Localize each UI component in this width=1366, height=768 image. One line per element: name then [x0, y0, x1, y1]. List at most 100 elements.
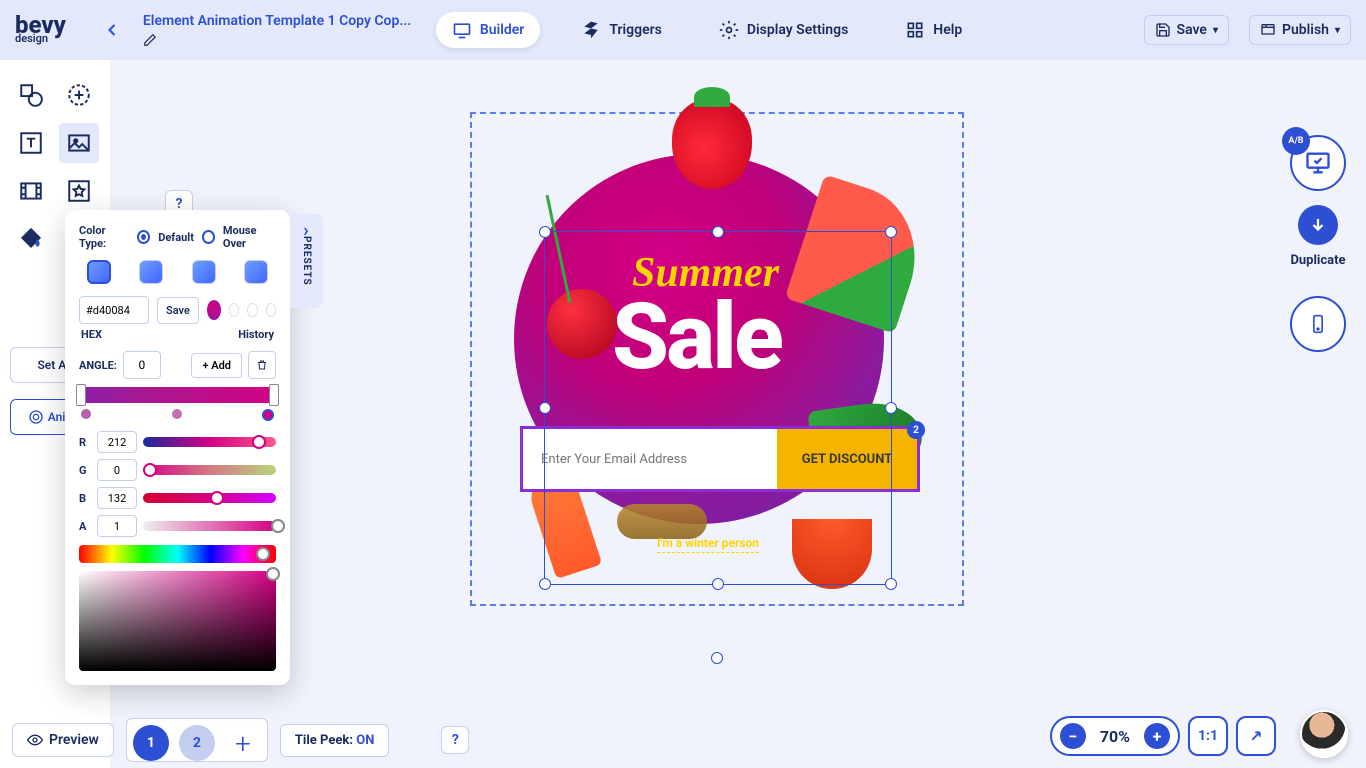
chevron-down-icon: ▾ [1213, 25, 1218, 36]
add-stop-button[interactable]: + Add [191, 353, 242, 378]
radio-default[interactable] [137, 230, 150, 244]
resize-handle-sw[interactable] [539, 578, 551, 590]
page-1[interactable]: 1 [133, 725, 169, 761]
resize-handle-ne[interactable] [885, 226, 897, 238]
top-actions: Save▾ Publish▾ [1144, 15, 1351, 45]
resize-handle-w[interactable] [539, 402, 551, 414]
a-input[interactable] [97, 515, 137, 537]
user-avatar[interactable] [1300, 710, 1348, 758]
delete-stop-button[interactable] [248, 351, 276, 379]
presets-tab[interactable]: PRESETS [290, 214, 323, 308]
g-input[interactable] [97, 459, 137, 481]
tool-image[interactable] [59, 123, 99, 163]
selection-box[interactable] [544, 231, 892, 585]
resize-handle-e[interactable] [885, 402, 897, 414]
history-swatch-3[interactable] [247, 303, 257, 317]
b-input[interactable] [97, 487, 137, 509]
tint-2[interactable] [139, 260, 163, 284]
color-panel: PRESETS Color Type: Default Mouse Over S… [65, 210, 290, 685]
gradient-stop-2[interactable] [269, 384, 279, 406]
zoom-value: 70% [1096, 727, 1134, 746]
tool-shapes[interactable] [11, 75, 51, 115]
tool-fill[interactable] [11, 219, 51, 259]
tool-star[interactable] [59, 171, 99, 211]
nav-tabs: Builder Triggers Display Settings Help [436, 12, 978, 48]
color-type-label: Color Type: [79, 224, 129, 250]
history-label: History [238, 328, 274, 341]
save-color-button[interactable]: Save [157, 297, 199, 324]
document-title: Element Animation Template 1 Copy Cop... [143, 13, 413, 29]
add-page-button[interactable]: + [225, 725, 261, 761]
top-bar: bevydesign Element Animation Template 1 … [0, 0, 1366, 60]
save-button[interactable]: Save▾ [1144, 15, 1229, 45]
animate-icon [28, 409, 44, 425]
hue-slider[interactable] [79, 545, 276, 563]
a-slider[interactable] [143, 521, 276, 531]
tint-1[interactable] [87, 260, 111, 284]
document-title-area[interactable]: Element Animation Template 1 Copy Cop... [143, 13, 413, 47]
logo: bevydesign [15, 16, 66, 44]
resize-handle-nw[interactable] [539, 226, 551, 238]
triggers-icon [581, 20, 601, 40]
resize-handle-n[interactable] [712, 226, 724, 238]
tint-3[interactable] [192, 260, 216, 284]
zoom-out-button[interactable]: − [1060, 723, 1086, 749]
stop-dot-1[interactable] [81, 409, 91, 419]
right-float-controls: A/B Duplicate [1290, 135, 1346, 352]
publish-button[interactable]: Publish▾ [1249, 15, 1351, 45]
zoom-in-button[interactable]: + [1144, 723, 1170, 749]
stop-dot-3[interactable] [262, 409, 274, 421]
radio-mouseover[interactable] [202, 230, 215, 244]
canvas[interactable]: ? Summer Sale GET DISCOUNT 2 I'm a winte… [110, 60, 1366, 768]
ab-badge: A/B [1282, 127, 1310, 155]
history-swatch-4[interactable] [266, 303, 276, 317]
tool-add-shape[interactable] [59, 75, 99, 115]
zoom-controls: − 70% + 1:1 [1050, 716, 1276, 756]
preview-button[interactable]: Preview [12, 723, 114, 757]
history-swatch-2[interactable] [229, 303, 239, 317]
eye-icon [27, 732, 43, 748]
r-slider[interactable] [143, 437, 276, 447]
history-swatch-1[interactable] [207, 300, 221, 320]
edit-icon[interactable] [143, 33, 157, 47]
save-icon [1155, 22, 1171, 38]
g-slider[interactable] [143, 465, 276, 475]
gradient-bar[interactable] [79, 387, 276, 403]
tint-4[interactable] [244, 260, 268, 284]
tool-video[interactable] [11, 171, 51, 211]
strawberry-graphic [672, 99, 752, 189]
r-input[interactable] [97, 431, 137, 453]
angle-input[interactable] [123, 351, 161, 379]
tint-swatches [79, 260, 276, 284]
zoom-fit-button[interactable]: 1:1 [1188, 716, 1228, 756]
page-2[interactable]: 2 [179, 725, 215, 761]
saturation-box[interactable] [79, 571, 276, 671]
mobile-view-button[interactable] [1290, 296, 1346, 352]
resize-handle-se[interactable] [885, 578, 897, 590]
tool-text[interactable] [11, 123, 51, 163]
duplicate-label: Duplicate [1290, 253, 1345, 268]
tile-peek-toggle[interactable]: Tile Peek: ON [280, 724, 390, 757]
fullscreen-button[interactable] [1236, 716, 1276, 756]
design-frame[interactable]: Summer Sale GET DISCOUNT 2 I'm a winter … [470, 112, 964, 606]
tab-help[interactable]: Help [889, 12, 978, 48]
tab-triggers[interactable]: Triggers [565, 12, 678, 48]
back-button[interactable] [94, 12, 130, 48]
hex-label: HEX [81, 328, 102, 341]
rotate-handle[interactable] [711, 652, 723, 664]
stop-dot-2[interactable] [172, 409, 182, 419]
gradient-stop-1[interactable] [76, 384, 86, 406]
settings-icon [719, 20, 739, 40]
tab-builder[interactable]: Builder [436, 12, 540, 48]
builder-icon [452, 20, 472, 40]
help-hint-bottom[interactable]: ? [441, 726, 469, 754]
publish-icon [1260, 22, 1276, 38]
b-slider[interactable] [143, 493, 276, 503]
duplicate-button[interactable] [1298, 205, 1338, 245]
hex-input[interactable] [79, 296, 149, 324]
mobile-icon [1308, 311, 1328, 337]
resize-handle-s[interactable] [712, 578, 724, 590]
tab-display-settings[interactable]: Display Settings [703, 12, 864, 48]
download-icon [1309, 216, 1327, 234]
help-icon [905, 20, 925, 40]
